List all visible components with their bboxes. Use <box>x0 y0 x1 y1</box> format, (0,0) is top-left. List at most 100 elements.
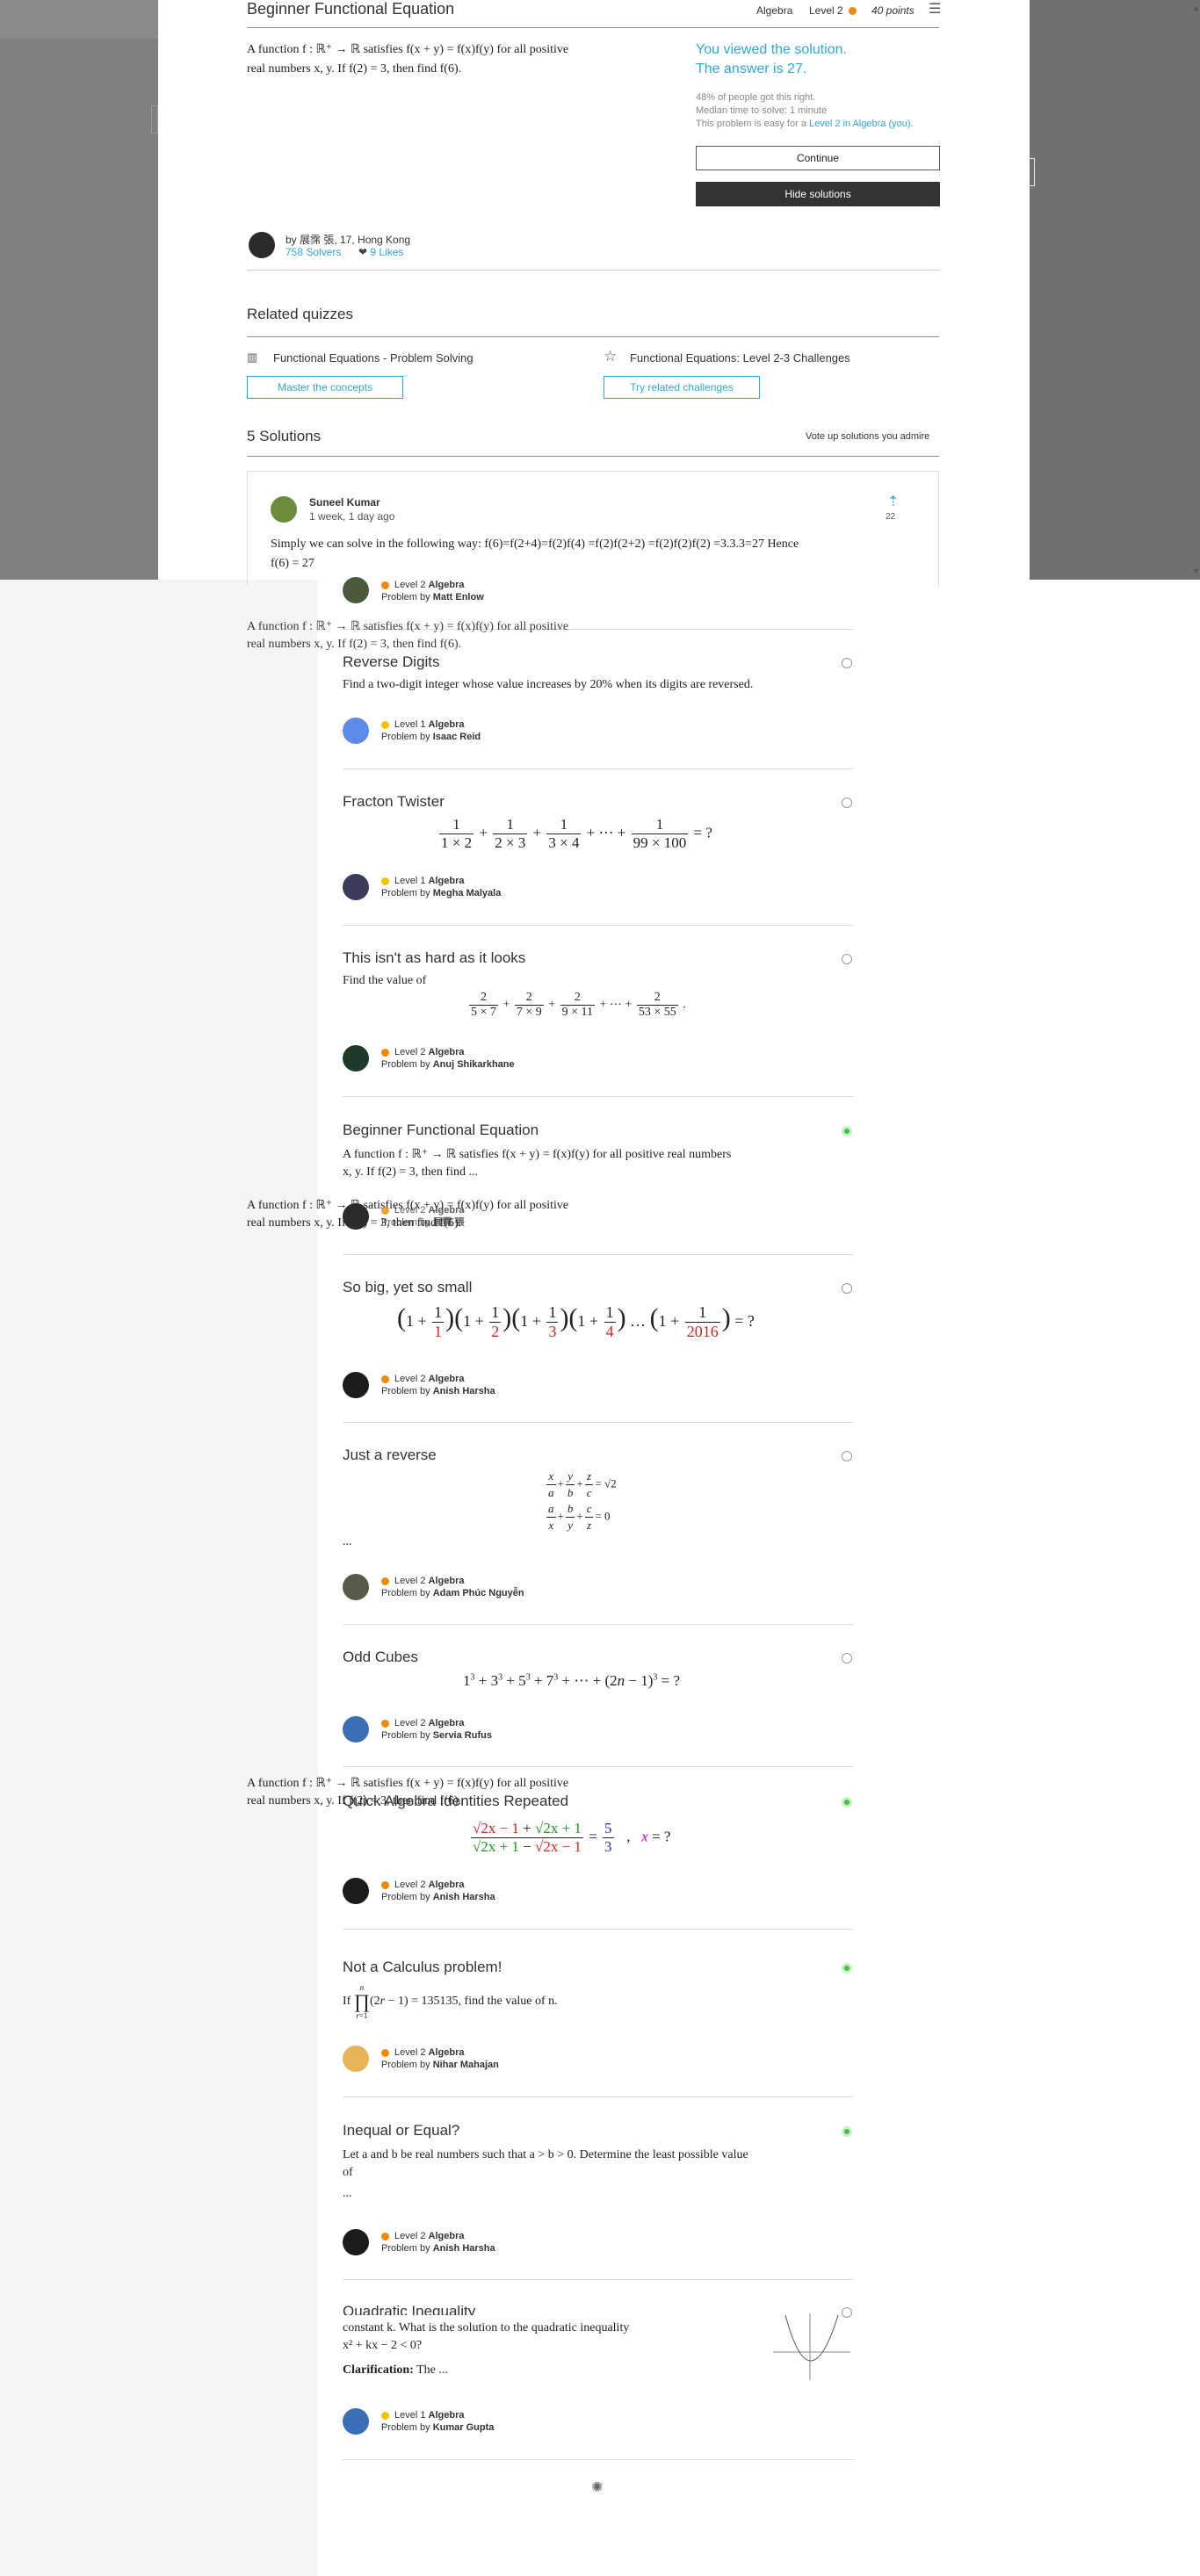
feed-item-fracton-twister[interactable]: Fracton Twister <box>343 793 854 811</box>
fracton-formula: 11 × 2 + 12 × 3 + 13 × 4 + ⋯ + 1 99 × 100… <box>439 816 712 851</box>
meta-topic[interactable]: Algebra <box>429 1205 465 1216</box>
related-divider <box>247 336 939 337</box>
feed-avatar[interactable] <box>343 718 369 744</box>
master-concepts-button[interactable]: Master the concepts <box>247 376 403 399</box>
meta-topic[interactable]: Algebra <box>429 2231 465 2241</box>
meta-author[interactable]: Isaac Reid <box>433 732 481 742</box>
feed-avatar[interactable] <box>343 1203 369 1230</box>
meta-author[interactable]: Servia Rufus <box>433 1730 492 1741</box>
meta-author[interactable]: Anuj Shikarkhane <box>433 1059 515 1070</box>
meta-topic[interactable]: Algebra <box>429 2410 465 2421</box>
stat-easy-prefix: This problem is easy for a <box>696 119 809 129</box>
meta-author[interactable]: Kumar Gupta <box>433 2422 495 2433</box>
feed-title[interactable]: Inequal or Equal? <box>343 2122 854 2139</box>
feed-item-reverse-digits[interactable]: Reverse Digits Find a two-digit integer … <box>343 653 854 692</box>
feed-text: Find the value of <box>343 974 427 987</box>
meta-topic[interactable]: Algebra <box>429 2047 465 2058</box>
meta-author[interactable]: Matt Enlow <box>433 592 484 603</box>
meta-topic[interactable]: Algebra <box>429 1880 465 1890</box>
stat-easy: This problem is easy for a Level 2 in Al… <box>696 118 914 131</box>
feed-item-so-big[interactable]: So big, yet so small <box>343 1279 854 1296</box>
meta-author[interactable]: Anish Harsha <box>433 1386 495 1396</box>
try-challenges-button[interactable]: Try related challenges <box>604 376 760 399</box>
solution-card: Suneel Kumar 1 week, 1 day ago ⇡ 22 Simp… <box>247 471 939 586</box>
viewed-text: You viewed the solution. <box>696 42 847 57</box>
upvote-icon[interactable]: ⇡ <box>887 493 899 510</box>
title-divider <box>247 27 939 28</box>
meta-author[interactable]: Anish Harsha <box>433 2243 495 2254</box>
problem-stats: 48% of people got this right. Median tim… <box>696 91 914 131</box>
feed-title[interactable]: Not a Calculus problem! <box>343 1959 854 1976</box>
feed-avatar[interactable] <box>343 2408 369 2435</box>
feed-avatar[interactable] <box>343 1878 369 1904</box>
feed-title[interactable]: Just a reverse <box>343 1447 854 1464</box>
meta-author[interactable]: Nihar Mahajan <box>433 2060 499 2070</box>
solution-time: 1 week, 1 day ago <box>309 510 395 523</box>
feed-title[interactable]: So big, yet so small <box>343 1279 854 1296</box>
meta-topic[interactable]: Algebra <box>429 876 465 886</box>
likes-link[interactable]: 9 Likes <box>370 246 403 258</box>
feed-item-odd-cubes[interactable]: Odd Cubes <box>343 1649 854 1666</box>
feed-text: A function f : ℝ⁺ → ℝ satisfies f(x + y)… <box>343 1146 854 1181</box>
level-dot-icon <box>381 1375 389 1383</box>
feed-title[interactable]: Odd Cubes <box>343 1649 854 1666</box>
feed-avatar[interactable] <box>343 1716 369 1743</box>
feed-item-just-a-reverse[interactable]: Just a reverse <box>343 1447 854 1464</box>
meta-topic[interactable]: Algebra <box>429 719 465 730</box>
scroll-down-icon[interactable]: ▼ <box>1192 566 1200 575</box>
feed-title[interactable]: Reverse Digits <box>343 653 854 671</box>
solved-icon <box>842 1797 852 1808</box>
feed-title[interactable]: This isn't as hard as it looks <box>343 949 854 967</box>
continue-button[interactable]: Continue <box>696 146 940 170</box>
feed-avatar[interactable] <box>343 1045 369 1072</box>
author-avatar[interactable] <box>249 232 275 258</box>
scroll-up-icon[interactable]: ▲ <box>1192 4 1200 12</box>
solutions-heading: 5 Solutions <box>247 428 322 444</box>
quiz1-title[interactable]: Functional Equations - Problem Solving <box>273 351 473 364</box>
topic-label[interactable]: Algebra <box>756 4 792 17</box>
meta-topic[interactable]: Algebra <box>429 580 465 590</box>
meta-author[interactable]: Adam Phúc Nguyễn <box>433 1588 524 1598</box>
meta-topic[interactable]: Algebra <box>429 1047 465 1057</box>
meta-author[interactable]: 展霈 張 <box>433 1217 465 1228</box>
stat-level-link[interactable]: Level 2 in Algebra (you). <box>809 119 914 129</box>
solvers-link[interactable]: 758 Solvers <box>286 246 341 258</box>
meta-author[interactable]: Megha Malyala <box>433 888 502 898</box>
quick-algebra-formula: √2x − 1 + √2x + 1 √2x + 1 − √2x − 1 = 53 … <box>471 1820 671 1855</box>
feed-divider <box>343 1422 854 1423</box>
feed-avatar-0[interactable] <box>343 577 369 603</box>
check-circle-icon <box>842 954 852 964</box>
feed-item-quick-algebra[interactable]: Quick Algebra Identities Repeated <box>343 1793 854 1810</box>
solved-icon <box>842 2126 852 2137</box>
menu-icon[interactable]: ☰ <box>929 0 941 18</box>
feed-item-inequal[interactable]: Inequal or Equal? Let a and b be real nu… <box>343 2122 854 2201</box>
feed-divider <box>343 925 854 926</box>
solution-author[interactable]: Suneel Kumar <box>309 496 380 509</box>
hide-solutions-button[interactable]: Hide solutions <box>696 182 940 206</box>
backdrop-right <box>1030 0 1200 580</box>
feed-avatar[interactable] <box>343 1372 369 1398</box>
solution-author-avatar[interactable] <box>271 496 297 523</box>
level-text: Level 2 <box>809 4 843 17</box>
feed-title[interactable]: Quick Algebra Identities Repeated <box>343 1793 854 1810</box>
meta-topic[interactable]: Algebra <box>429 1374 465 1384</box>
quiz2-title[interactable]: Functional Equations: Level 2-3 Challeng… <box>630 351 850 364</box>
solved-icon <box>842 1126 852 1136</box>
feed-avatar[interactable] <box>343 1574 369 1600</box>
meta-author[interactable]: Anish Harsha <box>433 1892 495 1902</box>
feed-title[interactable]: Beginner Functional Equation <box>343 1122 854 1139</box>
feed-item-beginner-functional[interactable]: Beginner Functional Equation A function … <box>343 1122 854 1181</box>
ghost-line-2: real numbers x, y. If f(2) = 3, then fin… <box>247 638 462 651</box>
feed-item-not-calculus[interactable]: Not a Calculus problem! <box>343 1959 854 1976</box>
solution-viewed: You viewed the solution. The answer is 2… <box>696 40 847 79</box>
meta-topic[interactable]: Algebra <box>429 1576 465 1586</box>
feed-avatar[interactable] <box>343 874 369 900</box>
likes-container[interactable]: ❤ 9 Likes <box>358 246 403 258</box>
feed-avatar[interactable] <box>343 2229 369 2255</box>
meta-topic[interactable]: Algebra <box>429 1718 465 1728</box>
feed-title[interactable]: Fracton Twister <box>343 793 854 811</box>
not-as-hard-formula: 25 × 7 + 27 × 9 + 29 × 11 + ⋯ + 2 53 × 55… <box>469 991 686 1019</box>
ghost-line-1: A function f : ℝ⁺ → ℝ satisfies f(x + y)… <box>247 620 569 633</box>
feed-item-not-as-hard[interactable]: This isn't as hard as it looks Find the … <box>343 949 854 988</box>
feed-avatar[interactable] <box>343 2046 369 2072</box>
